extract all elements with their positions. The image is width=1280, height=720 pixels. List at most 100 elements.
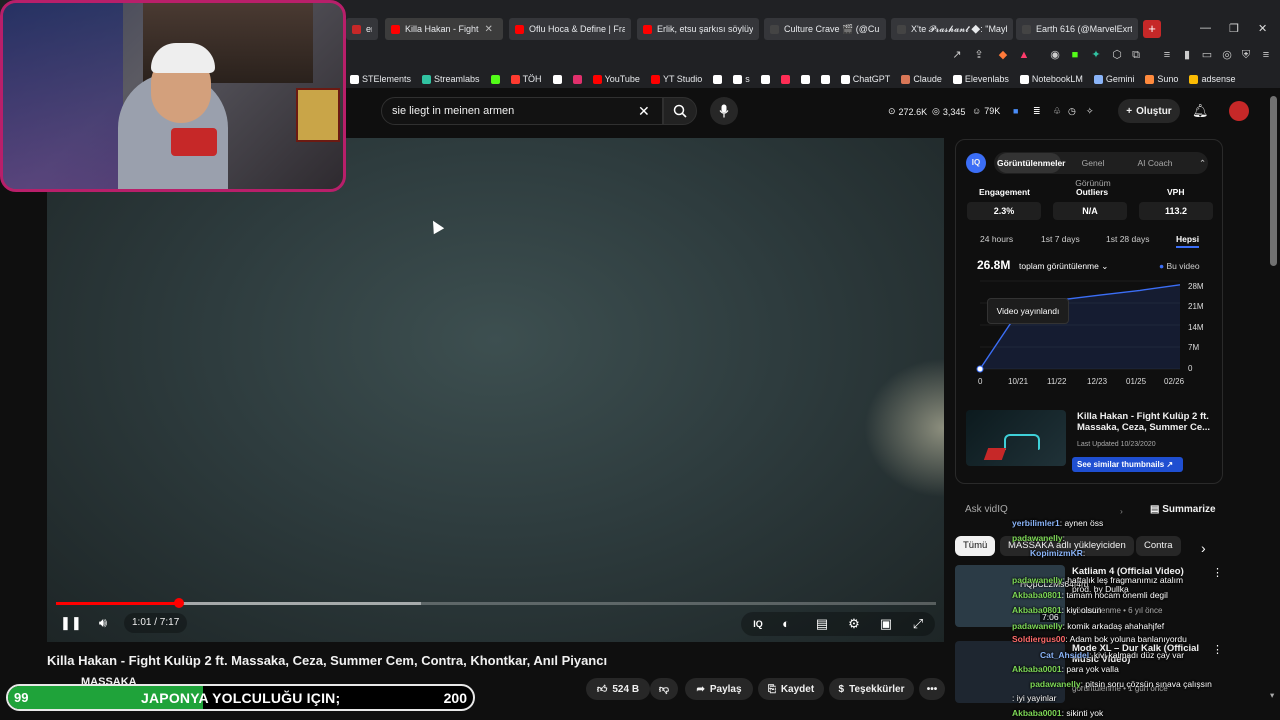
reading-list-icon[interactable]: ≡ (1161, 49, 1173, 61)
vidiq-player-icon[interactable]: IQ (749, 615, 767, 633)
bookmark-item[interactable] (800, 74, 810, 84)
bookmark-item[interactable]: ChatGPT (840, 74, 890, 84)
bookmark-item[interactable] (490, 74, 500, 84)
bookmark-item[interactable]: NotebookLM (1019, 74, 1083, 84)
extension-2-icon[interactable]: ■ (1069, 49, 1081, 61)
vpn-icon[interactable]: ◎ (1221, 49, 1233, 61)
chat-message: : iyi yayinlar (1012, 693, 1056, 703)
bookmark-item[interactable]: Gemini (1093, 74, 1134, 84)
kebab-menu-icon[interactable]: ⋮ (1212, 566, 1223, 579)
bookmark-item[interactable]: Streamlabs (422, 74, 480, 84)
range-all[interactable]: Hepsi (1176, 234, 1200, 248)
see-similar-thumbnails-button[interactable]: See similar thumbnails ↗ (1072, 457, 1183, 472)
bookmark-item[interactable]: s (733, 74, 750, 84)
extension-3-icon[interactable]: ✦ (1090, 49, 1102, 61)
browser-tab[interactable]: Earth 616 (@MarvelExrth6 (1016, 18, 1138, 40)
bookmark-item[interactable]: STElements (350, 74, 411, 84)
bookmark-item[interactable] (713, 74, 723, 84)
search-button[interactable] (663, 97, 697, 125)
collapse-icon[interactable]: ⌃ (1199, 158, 1206, 169)
vidiq-tab-views[interactable]: Görüntülenmeler (997, 153, 1065, 173)
maximize-icon[interactable]: ❐ (1229, 22, 1239, 35)
create-button[interactable]: + Oluştur (1118, 99, 1180, 123)
ask-send-icon[interactable]: › (1120, 506, 1123, 516)
bookmark-item[interactable]: YouTube (592, 74, 640, 84)
range-24h[interactable]: 24 hours (980, 234, 1013, 244)
search-input[interactable]: sie liegt in meinen armen (381, 97, 663, 125)
sidebar-icon[interactable]: ▮ (1181, 49, 1193, 61)
minimize-icon[interactable]: — (1200, 22, 1211, 34)
dislike-button[interactable]: 👎︎ (650, 678, 678, 700)
browser-tab[interactable]: Erlik, etsu şarkısı söylüyor 🎵 (637, 18, 759, 40)
total-views: 26.8M (977, 258, 1011, 272)
bookmark-item[interactable]: TÖH (510, 74, 542, 84)
summarize-button[interactable]: ▤ Summarize (1150, 504, 1216, 515)
thanks-button[interactable]: $ Teşekkürler (829, 678, 914, 700)
save-button[interactable]: ⎘ Kaydet (758, 678, 824, 700)
autoplay-toggle-icon[interactable]: ◐ (777, 615, 795, 633)
scroll-down-icon[interactable]: ▾ (1270, 690, 1274, 701)
close-window-icon[interactable]: ✕ (1258, 22, 1267, 35)
vidiq-tab-overview[interactable]: Genel Görünüm (1063, 153, 1123, 188)
vidiq-tab-ai-coach[interactable]: AI Coach (1130, 153, 1180, 173)
fullscreen-icon[interactable]: ⤢ (909, 615, 927, 633)
extension-4-icon[interactable]: ⬡ (1111, 49, 1123, 61)
range-7d[interactable]: 1st 7 days (1041, 234, 1080, 244)
clear-search-icon[interactable]: ✕ (638, 103, 650, 120)
browser-tab[interactable]: ersite S (346, 18, 378, 40)
browser-tab[interactable]: Oflu Hoca & Define | Frag (509, 18, 631, 40)
more-actions-button[interactable]: ••• (919, 678, 945, 700)
wallet-icon[interactable]: ▭ (1201, 49, 1213, 61)
video-thumbnail[interactable] (966, 410, 1066, 466)
page-scrollbar[interactable] (1270, 96, 1277, 266)
thumbs-down-icon: 👎︎ (658, 684, 670, 695)
notifications-vidiq-icon[interactable]: ◷ (1068, 106, 1076, 117)
kebab-menu-icon[interactable]: ⋮ (1212, 643, 1223, 656)
bookmark-item[interactable]: YT Studio (650, 74, 702, 84)
extension-1-icon[interactable]: ◉ (1049, 49, 1061, 61)
chart-point-published[interactable] (976, 365, 984, 373)
menu-icon[interactable]: ≡ (1260, 49, 1272, 61)
bookmark-item[interactable]: adsense (1189, 74, 1235, 84)
close-tab-icon[interactable]: ✕ (485, 24, 493, 35)
like-button[interactable]: 👍︎ 524 B (586, 678, 650, 700)
bookmark-item[interactable] (552, 74, 562, 84)
brave-shield-icon[interactable]: ◆ (997, 49, 1009, 61)
range-28d[interactable]: 1st 28 days (1106, 234, 1149, 244)
total-views-dropdown[interactable]: toplam görüntülenme ⌄ (1019, 261, 1108, 272)
miniplayer-icon[interactable]: ▣ (877, 615, 895, 633)
avatar[interactable] (1229, 101, 1249, 121)
vidiq-icon[interactable]: ■ (1013, 106, 1018, 116)
bookmark-item[interactable] (820, 74, 830, 84)
settings-icon[interactable]: ⚙ (845, 615, 863, 633)
chip-contra[interactable]: Contra (1136, 536, 1181, 556)
open-in-new-icon[interactable]: ↗ (951, 49, 963, 61)
bookmark-item[interactable]: Claude (901, 74, 942, 84)
bookmark-favicon-icon (490, 74, 500, 84)
browser-tab[interactable]: Culture Crave 🎬 (@Cultu (764, 18, 886, 40)
bookmark-item[interactable] (780, 74, 790, 84)
pause-icon[interactable]: ❚❚ (60, 614, 82, 632)
chip-all[interactable]: Tümü (955, 536, 996, 556)
extensions-puzzle-icon[interactable]: ⧉ (1130, 49, 1142, 61)
sparkle-icon[interactable]: ✧ (1086, 106, 1094, 117)
video-player[interactable] (47, 138, 944, 642)
volume-icon[interactable]: 🔊︎ (94, 614, 112, 632)
bookmark-item[interactable] (572, 74, 582, 84)
voice-search-button[interactable] (710, 97, 738, 125)
brave-rewards-icon[interactable]: ▲ (1018, 49, 1030, 61)
achievements-icon[interactable]: ♧ (1053, 106, 1061, 117)
browser-tab[interactable]: X'te 𝓟𝓻𝓪𝓼𝓱𝓪𝓷𝓽 ◆: "Mayb (891, 18, 1013, 40)
subtitles-icon[interactable]: ▤ (813, 615, 831, 633)
chevron-right-icon[interactable]: › (1201, 540, 1206, 556)
bookmark-item[interactable]: Elevenlabs (952, 74, 1009, 84)
new-tab-button[interactable]: + (1143, 20, 1161, 38)
shield-icon[interactable]: ⛨ (1240, 49, 1252, 61)
browser-tab[interactable]: Killa Hakan - Fight ✕ (385, 18, 503, 40)
bookmark-item[interactable]: Suno (1145, 74, 1178, 84)
share-button[interactable]: ➦ Paylaş (685, 678, 753, 700)
share-icon[interactable]: ⇪ (973, 49, 985, 61)
bell-icon[interactable]: 🔔︎ (1192, 103, 1209, 119)
bookmark-item[interactable] (760, 74, 770, 84)
menu-dots-icon[interactable]: ≣ (1033, 106, 1041, 117)
